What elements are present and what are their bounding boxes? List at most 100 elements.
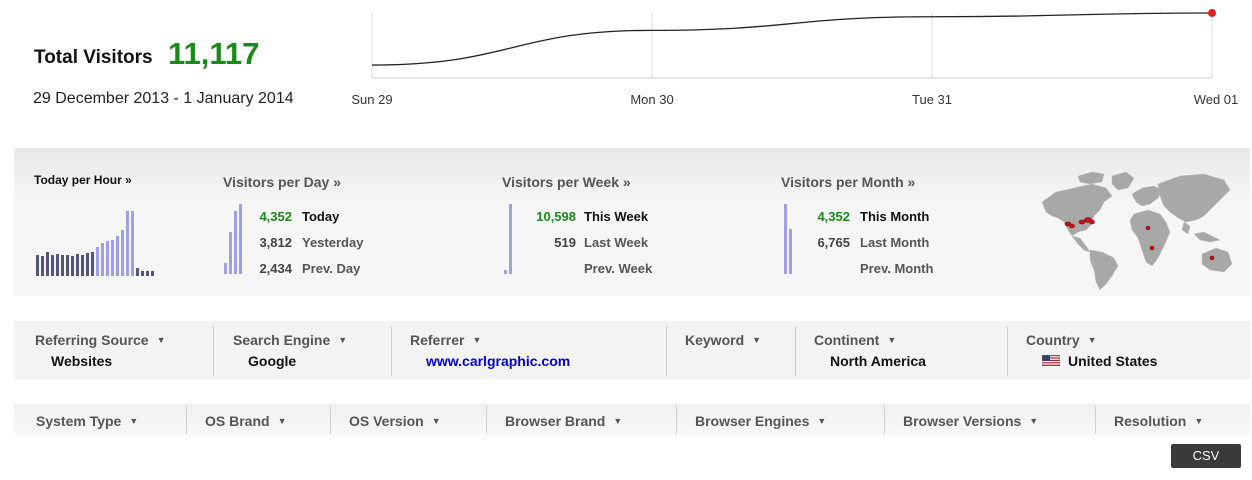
chevron-down-icon: ▼ (338, 335, 348, 345)
separator (666, 326, 667, 376)
stat-last-month: 6,765 Last Month (810, 235, 929, 250)
hour-bar (146, 271, 149, 276)
visitors-line (371, 12, 1213, 66)
hour-bar (131, 211, 134, 276)
chevron-down-icon: ▼ (431, 416, 441, 426)
os-brand-dropdown[interactable]: OS Brand ▼ (205, 413, 287, 429)
referrer-link[interactable]: www.carlgraphic.com (426, 353, 570, 369)
visitors-per-month-link[interactable]: Visitors per Month » (781, 174, 915, 190)
separator (1007, 326, 1008, 376)
period-bar (234, 211, 237, 274)
separator (884, 406, 885, 434)
referring-source-value: Websites (51, 353, 113, 369)
hour-bar (71, 256, 74, 276)
os-version-dropdown[interactable]: OS Version ▼ (349, 413, 441, 429)
stat-prev-day-label: Prev. Day (302, 261, 361, 276)
separator (1095, 406, 1096, 434)
browser-brand-dropdown[interactable]: Browser Brand ▼ (505, 413, 622, 429)
visitors-per-week-link[interactable]: Visitors per Week » (502, 174, 631, 190)
keyword-dropdown[interactable]: Keyword ▼ (685, 332, 761, 348)
filter-row-system: System Type ▼ OS Brand ▼ OS Version ▼ Brows… (14, 404, 1250, 435)
hour-bar (36, 255, 39, 276)
period-bar (224, 263, 227, 274)
browser-engines-dropdown[interactable]: Browser Engines ▼ (695, 413, 826, 429)
period-bar (239, 204, 242, 274)
hour-bar (81, 255, 84, 276)
continent-dropdown[interactable]: Continent ▼ (814, 332, 896, 348)
hour-bar (121, 230, 124, 276)
hour-bar (126, 211, 129, 276)
stat-yesterday: 3,812 Yesterday (250, 235, 363, 250)
month-bar-chart (784, 204, 804, 274)
stat-last-week: 519 Last Week (524, 235, 648, 250)
total-visitors-value: 11,117 (168, 36, 260, 71)
separator (676, 406, 677, 434)
hour-bar (136, 268, 139, 276)
chevron-down-icon: ▼ (887, 335, 897, 345)
stats-panel: Today per Hour » Visitors per Day » 4,35… (14, 148, 1250, 296)
system-type-dropdown[interactable]: System Type ▼ (36, 413, 138, 429)
hour-bar (41, 256, 44, 276)
hour-bar (46, 252, 49, 276)
referring-source-dropdown[interactable]: Referring Source ▼ (35, 332, 166, 348)
stat-this-month-value: 4,352 (817, 209, 850, 224)
total-visitors-label: Total Visitors (34, 47, 153, 68)
week-bar-chart (504, 204, 524, 274)
stat-prev-month: Prev. Month (810, 261, 933, 276)
stat-today: 4,352 Today (250, 209, 339, 224)
stat-this-week: 10,598 This Week (524, 209, 648, 224)
stat-last-month-label: Last Month (860, 235, 930, 250)
separator (330, 406, 331, 434)
chevron-down-icon: ▼ (817, 416, 827, 426)
search-engine-dropdown[interactable]: Search Engine ▼ (233, 332, 347, 348)
chevron-down-icon: ▼ (129, 416, 139, 426)
world-map[interactable] (1034, 162, 1234, 292)
period-bar (229, 232, 232, 274)
stat-prev-month-label: Prev. Month (860, 261, 934, 276)
last-data-point (1208, 9, 1216, 18)
stat-today-label: Today (302, 209, 340, 224)
x-tick-label: Wed 01 (1194, 92, 1239, 107)
referrer-dropdown[interactable]: Referrer ▼ (410, 332, 481, 348)
chevron-down-icon: ▼ (1087, 335, 1097, 345)
resolution-dropdown[interactable]: Resolution ▼ (1114, 413, 1203, 429)
hour-bar (111, 240, 114, 276)
hour-bar (101, 243, 104, 276)
stat-yesterday-label: Yesterday (302, 235, 364, 250)
stat-yesterday-value: 3,812 (259, 235, 292, 250)
hour-bar (56, 254, 59, 276)
today-per-hour-link[interactable]: Today per Hour » (34, 173, 132, 187)
chevron-down-icon: ▼ (156, 335, 166, 345)
stat-today-value: 4,352 (259, 209, 292, 224)
period-bar (509, 204, 512, 274)
x-tick-label: Mon 30 (630, 92, 673, 107)
stat-this-month-label: This Month (860, 209, 930, 224)
stat-this-month: 4,352 This Month (810, 209, 929, 224)
visitors-line-chart: Sun 29 Mon 30 Tue 31 Wed 01 (351, 9, 1239, 107)
hour-bar (51, 255, 54, 276)
chevron-down-icon: ▼ (1194, 416, 1204, 426)
hour-bar (96, 247, 99, 276)
stat-prev-week: Prev. Week (524, 261, 652, 276)
x-tick-label: Tue 31 (912, 92, 952, 107)
visitors-per-day-link[interactable]: Visitors per Day » (223, 174, 341, 190)
csv-export-button[interactable]: CSV (1171, 444, 1241, 468)
chevron-down-icon: ▼ (277, 416, 287, 426)
browser-versions-dropdown[interactable]: Browser Versions ▼ (903, 413, 1038, 429)
hour-bar (66, 255, 69, 276)
separator (186, 406, 187, 434)
period-bar (789, 229, 792, 274)
separator (213, 326, 214, 376)
country-dropdown[interactable]: Country ▼ (1026, 332, 1097, 348)
stat-prev-week-label: Prev. Week (584, 261, 653, 276)
stat-last-week-value: 519 (554, 235, 576, 250)
hour-bar (141, 271, 144, 276)
separator (486, 406, 487, 434)
filter-row-traffic: Referring Source ▼ Websites Search Engine… (14, 321, 1250, 379)
hour-bar (61, 255, 64, 276)
stat-this-week-label: This Week (584, 209, 649, 224)
period-bar (504, 270, 507, 274)
hourly-bar-chart (36, 200, 161, 276)
chevron-down-icon: ▼ (752, 335, 762, 345)
date-range: 29 December 2013 - 1 January 2014 (33, 90, 294, 107)
